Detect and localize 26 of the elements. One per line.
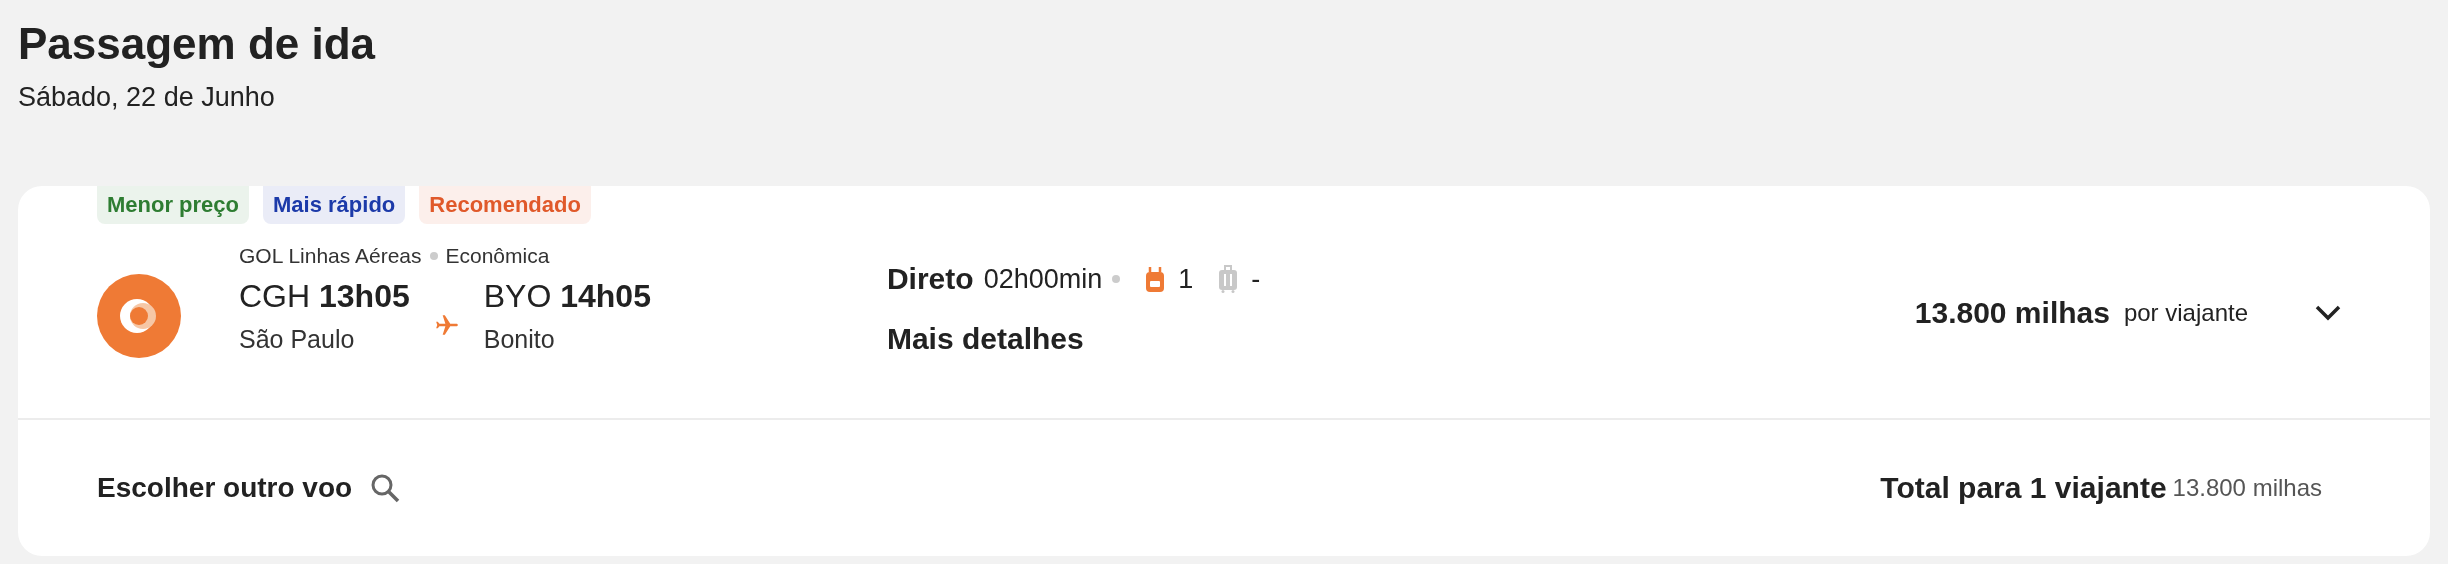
search-icon — [370, 473, 401, 503]
tag: Menor preço — [97, 186, 250, 224]
baggage-count: 1 — [1178, 263, 1194, 295]
page-title: Passagem de ida — [18, 18, 377, 70]
baggage-count: - — [1251, 263, 1261, 295]
stops-label: Direto — [886, 262, 974, 296]
flight-duration: 02h00min — [983, 263, 1103, 295]
airline-name: GOL Linhas Aéreas — [239, 244, 422, 268]
chevron-icon[interactable] — [2314, 304, 2342, 322]
tag: Mais rápido — [263, 186, 406, 224]
total-value: 13.800 milhas — [2172, 474, 2322, 502]
tag: Recomendado — [419, 186, 591, 224]
separator-dot — [429, 252, 438, 260]
separator-dot — [1112, 275, 1121, 283]
price: 13.800 milhas — [1914, 296, 2110, 330]
total-label: Total para 1 viajante — [1880, 471, 2167, 505]
plane-icon — [433, 312, 460, 338]
origin-city: São Paulo — [239, 325, 356, 354]
cabin-class: Econômica — [445, 244, 550, 268]
price-unit: por viajante — [2123, 299, 2248, 327]
arrival-time: BYO 14h05 — [483, 278, 651, 315]
flight-date: Sábado, 22 de Junho — [18, 81, 276, 114]
details-link[interactable]: Mais detalhes — [886, 322, 1261, 356]
departure-time: CGH 13h05 — [239, 278, 410, 315]
choose-other-flight-button[interactable]: Escolher outro voo — [97, 472, 401, 504]
destination-city: Bonito — [483, 325, 556, 354]
